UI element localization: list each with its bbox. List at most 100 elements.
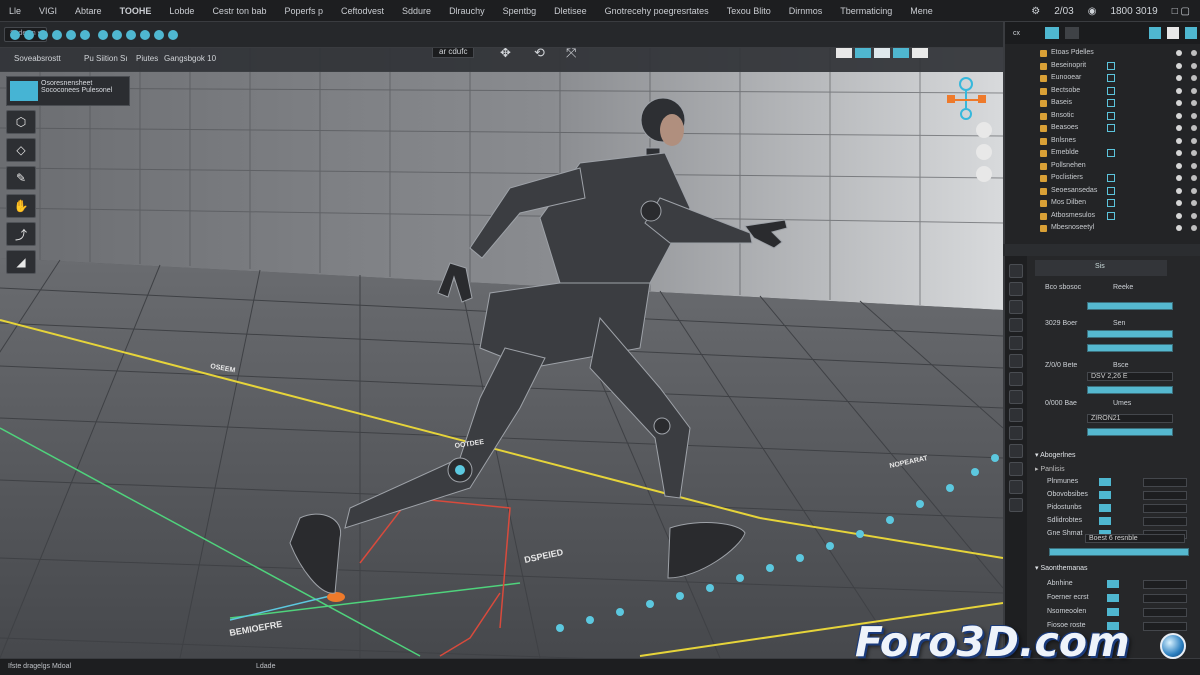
- visibility-icon[interactable]: [1176, 100, 1182, 106]
- overlay-button[interactable]: [893, 48, 909, 58]
- render-visibility-icon[interactable]: [1191, 125, 1197, 131]
- menu-item-edit[interactable]: VIGI: [30, 6, 66, 16]
- menu-item-14[interactable]: Texou Blito: [718, 6, 780, 16]
- toolbar-dot-icon[interactable]: [98, 30, 108, 40]
- section-2-row-toggle[interactable]: [1107, 594, 1119, 602]
- scene-tab-icon[interactable]: [1009, 336, 1023, 350]
- menu-item-13[interactable]: Gnotrecehy poegresrtates: [596, 6, 718, 16]
- material-tab-icon[interactable]: [1009, 480, 1023, 494]
- eye-toggle-icon[interactable]: [1167, 27, 1179, 39]
- shading-render-button[interactable]: [874, 48, 890, 58]
- section-1-row-toggle[interactable]: [1099, 517, 1111, 525]
- subsection-1-header[interactable]: ▸ Panlisis: [1035, 465, 1065, 473]
- menu-item-3[interactable]: Abtare: [66, 6, 111, 16]
- visibility-icon[interactable]: [1176, 137, 1182, 144]
- visibility-icon[interactable]: [1176, 50, 1182, 56]
- camera-icon[interactable]: [976, 144, 992, 160]
- modifier-icon[interactable]: [1107, 99, 1115, 107]
- view-layer-tab-icon[interactable]: [1009, 318, 1023, 332]
- constraints-tab-icon[interactable]: [1009, 444, 1023, 458]
- render-visibility-icon[interactable]: [1191, 75, 1197, 81]
- menu-item-11[interactable]: Spentbg: [494, 6, 546, 16]
- modifier-icon[interactable]: [1107, 211, 1115, 220]
- tool-tab-icon[interactable]: [1009, 264, 1023, 278]
- hexagon-tool-icon[interactable]: ⬡: [6, 110, 36, 134]
- menu-item-10[interactable]: Dlrauchy: [440, 6, 494, 16]
- visibility-icon[interactable]: [1176, 62, 1182, 69]
- render-visibility-icon[interactable]: [1191, 112, 1197, 119]
- toolbar-dot-icon[interactable]: [38, 30, 48, 40]
- modifier-icon[interactable]: [1107, 61, 1115, 70]
- render-visibility-icon[interactable]: [1191, 62, 1197, 69]
- prop-row-3-field[interactable]: DSV 2,26 E: [1087, 372, 1173, 381]
- visibility-icon[interactable]: [1176, 212, 1182, 219]
- prop-row-3-bar[interactable]: [1087, 386, 1173, 394]
- hand-tool-icon[interactable]: ✋: [6, 194, 36, 218]
- rotate-tool-icon[interactable]: ⟲: [534, 48, 545, 61]
- modifier-icon[interactable]: [1107, 111, 1115, 120]
- render-visibility-icon[interactable]: [1191, 187, 1197, 194]
- visibility-icon[interactable]: [1176, 175, 1182, 181]
- section-1-bar[interactable]: [1049, 548, 1189, 556]
- render-visibility-icon[interactable]: [1191, 87, 1197, 94]
- outliner-row[interactable]: Poclistiers: [1005, 173, 1200, 185]
- menu-item-9[interactable]: Sddure: [393, 6, 440, 16]
- visibility-icon[interactable]: [1176, 225, 1182, 231]
- globe-icon[interactable]: ◉: [1088, 6, 1097, 17]
- visibility-icon[interactable]: [1176, 75, 1182, 81]
- menu-item-file[interactable]: Lle: [0, 6, 30, 16]
- menu-item-7[interactable]: Poperfs p: [275, 6, 332, 16]
- menu-item-6[interactable]: Cestr ton bab: [203, 6, 275, 16]
- render-visibility-icon[interactable]: [1191, 162, 1197, 169]
- view-icon[interactable]: [1065, 27, 1079, 39]
- outliner-row[interactable]: Bnsotic: [1005, 111, 1200, 123]
- lock-icon[interactable]: [976, 122, 992, 138]
- section-1-row-toggle[interactable]: [1099, 491, 1111, 499]
- section-2-header[interactable]: ▾ Saonthemanas: [1035, 564, 1088, 572]
- visibility-icon[interactable]: [1176, 87, 1182, 94]
- menu-item-5[interactable]: Lobde: [160, 6, 203, 16]
- world-tab-icon[interactable]: [1009, 354, 1023, 368]
- section-2-row-toggle[interactable]: [1107, 580, 1119, 588]
- outliner-row[interactable]: Emeblde: [1005, 148, 1200, 160]
- menu-item-17[interactable]: Mene: [901, 6, 942, 16]
- render-visibility-icon[interactable]: [1191, 200, 1197, 206]
- modifier-icon[interactable]: [1107, 124, 1115, 132]
- prop-row-4-field[interactable]: ZIRON21: [1087, 414, 1173, 423]
- prop-row-2-bar[interactable]: [1087, 330, 1173, 338]
- outliner-row[interactable]: Bectsobe: [1005, 86, 1200, 98]
- section-1-row-toggle[interactable]: [1099, 478, 1111, 486]
- section-1-row-field[interactable]: [1143, 517, 1187, 526]
- scale-tool-icon[interactable]: ⤧: [566, 48, 576, 61]
- camera-button[interactable]: [912, 48, 928, 58]
- render-visibility-icon[interactable]: [1191, 212, 1197, 219]
- render-tab-icon[interactable]: [1009, 282, 1023, 296]
- visibility-icon[interactable]: [1176, 112, 1182, 119]
- particles-tab-icon[interactable]: [1009, 408, 1023, 422]
- toolbar-dot-icon[interactable]: [10, 30, 20, 40]
- output-tab-icon[interactable]: [1009, 300, 1023, 314]
- section-1-row-field[interactable]: [1143, 478, 1187, 487]
- toolbar-dot-icon[interactable]: [126, 30, 136, 40]
- 3d-viewport[interactable]: DSPEIED BEMIOEFRE OOTDEE NOPEARAT OSEEM …: [0, 48, 1003, 658]
- texture-tab-icon[interactable]: [1009, 498, 1023, 512]
- modifier-icon[interactable]: [1107, 74, 1115, 82]
- menu-item-8[interactable]: Ceftodvest: [332, 6, 393, 16]
- outliner-row[interactable]: Etoas Pdelles: [1005, 48, 1200, 60]
- toolbar-dot-icon[interactable]: [24, 30, 34, 40]
- toolbar-dot-icon[interactable]: [80, 30, 90, 40]
- render-visibility-icon[interactable]: [1191, 150, 1197, 156]
- outliner-row[interactable]: Pollsnehen: [1005, 161, 1200, 173]
- brush-tool-icon[interactable]: ✎: [6, 166, 36, 190]
- section-2-row-field[interactable]: [1143, 622, 1187, 631]
- shading-material-button[interactable]: [855, 48, 871, 58]
- menu-item-12[interactable]: Dletisee: [545, 6, 596, 16]
- physics-tab-icon[interactable]: [1009, 426, 1023, 440]
- section-2-row-field[interactable]: [1143, 580, 1187, 589]
- properties-tab-header[interactable]: Sis: [1035, 260, 1167, 276]
- toolbar-dot-icon[interactable]: [66, 30, 76, 40]
- section-1-row-field[interactable]: [1143, 504, 1187, 513]
- shading-solid-button[interactable]: [836, 48, 852, 58]
- section-2-row-toggle[interactable]: [1107, 608, 1119, 616]
- visibility-icon[interactable]: [1176, 125, 1182, 131]
